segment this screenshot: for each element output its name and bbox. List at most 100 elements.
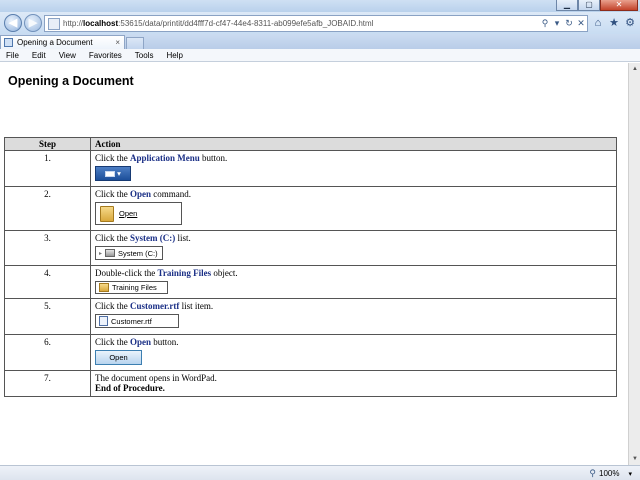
zoom-control[interactable]: ⚲ 100% ▾ (589, 468, 632, 479)
window-titlebar: ▁ ▢ ✕ (0, 0, 640, 12)
dropdown-icon[interactable]: ▾ (551, 18, 563, 29)
forward-arrow-icon: ▶ (28, 17, 38, 29)
address-bar[interactable]: http://localhost:53615/data/printit/dd4f… (44, 15, 588, 32)
tab-opening-a-document[interactable]: Opening a Document × (0, 35, 125, 49)
column-header-step: Step (4, 137, 91, 151)
application-menu-screenshot: ▾ (95, 166, 131, 181)
expand-arrow-icon: ▸ (99, 250, 103, 257)
status-bar: ⚲ 100% ▾ (0, 465, 640, 480)
tab-close-icon[interactable]: × (115, 38, 120, 47)
customer-rtf-screenshot: Customer.rtf (95, 314, 179, 328)
table-row: 5. Click the Customer.rtf list item. Cus… (4, 298, 617, 335)
forward-button[interactable]: ▶ (24, 14, 42, 32)
training-files-screenshot: Training Files (95, 281, 168, 294)
action-cell: Click the Open command. Open (90, 186, 617, 231)
back-button[interactable]: ◀ (4, 14, 22, 32)
end-of-procedure: End of Procedure. (95, 383, 165, 393)
action-prefix: Click the (95, 233, 130, 243)
action-cell: Click the Customer.rtf list item. Custom… (90, 298, 617, 335)
document-icon (99, 316, 108, 326)
url-prefix: http:// (63, 19, 84, 28)
navigation-bar: ◀ ▶ http://localhost:53615/data/printit/… (0, 12, 640, 34)
application-menu-icon (105, 170, 116, 177)
open-folder-icon (100, 205, 114, 222)
scroll-up-icon[interactable]: ▲ (630, 64, 640, 74)
screenshot-label: System (C:) (118, 248, 158, 258)
ui-element-name: Customer.rtf (130, 301, 180, 311)
table-row: 7. The document opens in WordPad. End of… (4, 370, 617, 397)
browser-command-icons: ⌂ ★ ⚙ (592, 15, 636, 31)
vertical-scrollbar[interactable]: ▲ ▼ (628, 63, 640, 465)
menu-edit[interactable]: Edit (32, 51, 46, 60)
action-suffix: list item. (179, 301, 214, 311)
action-cell: The document opens in WordPad. End of Pr… (90, 370, 617, 397)
page-content: Opening a Document Step Action 1. Click … (0, 63, 628, 465)
page-favicon-icon (4, 38, 13, 47)
table-row: 3. Click the System (C:) list. ▸ System (… (4, 230, 617, 266)
action-prefix: Double-click the (95, 268, 158, 278)
page-icon (48, 17, 60, 30)
zoom-level: 100% (599, 469, 620, 478)
dropdown-arrow-icon: ▾ (117, 169, 121, 178)
step-number: 6. (4, 334, 91, 371)
step-number: 4. (4, 265, 91, 299)
new-tab-button[interactable] (126, 37, 144, 49)
table-row: 1. Click the Application Menu button. ▾ (4, 150, 617, 187)
step-number: 2. (4, 186, 91, 231)
action-text: Click the Application Menu button. (95, 153, 612, 163)
stop-icon[interactable]: ✕ (575, 18, 587, 29)
menu-tools[interactable]: Tools (135, 51, 154, 60)
step-number: 3. (4, 230, 91, 266)
action-suffix: command. (151, 189, 192, 199)
table-row: 2. Click the Open command. Open (4, 186, 617, 231)
action-prefix: Click the (95, 337, 130, 347)
refresh-icon[interactable]: ↻ (563, 18, 575, 29)
column-header-action: Action (90, 137, 617, 151)
action-text: Click the Open button. (95, 337, 612, 347)
action-suffix: list. (175, 233, 191, 243)
maximize-button[interactable]: ▢ (578, 0, 600, 11)
zoom-icon: ⚲ (589, 468, 597, 478)
screenshot-label: Open (109, 353, 128, 362)
action-text: The document opens in WordPad. (95, 373, 217, 383)
window-controls: ▁ ▢ ✕ (556, 0, 638, 12)
action-cell: Click the System (C:) list. ▸ System (C:) (90, 230, 617, 266)
open-button-screenshot: Open (95, 350, 142, 365)
action-text: Double-click the Training Files object. (95, 268, 612, 278)
close-window-button[interactable]: ✕ (600, 0, 638, 11)
system-drive-screenshot: ▸ System (C:) (95, 246, 163, 260)
action-text: Click the System (C:) list. (95, 233, 612, 243)
menu-view[interactable]: View (59, 51, 76, 60)
menu-help[interactable]: Help (166, 51, 182, 60)
screenshot-label: Open (119, 209, 138, 218)
minimize-button[interactable]: ▁ (556, 0, 578, 11)
search-icon[interactable]: ⚲ (539, 18, 551, 29)
table-header-row: Step Action (4, 137, 617, 151)
gear-icon[interactable]: ⚙ (624, 15, 636, 31)
action-cell: Click the Application Menu button. ▾ (90, 150, 617, 187)
screenshot-label: Customer.rtf (111, 316, 152, 326)
tab-label: Opening a Document (17, 38, 93, 47)
step-number: 7. (4, 370, 91, 397)
back-arrow-icon: ◀ (8, 17, 18, 29)
drive-icon (105, 249, 116, 257)
url-input[interactable]: http://localhost:53615/data/printit/dd4f… (63, 19, 539, 28)
action-prefix: Click the (95, 301, 130, 311)
folder-icon (99, 283, 109, 292)
url-path: :53615/data/printit/dd4fff7d-cf47-44e4-8… (118, 19, 374, 28)
table-row: 4. Double-click the Training Files objec… (4, 265, 617, 299)
ui-element-name: Open (130, 337, 152, 347)
action-cell: Double-click the Training Files object. … (90, 265, 617, 299)
home-icon[interactable]: ⌂ (592, 15, 604, 31)
ui-element-name: Application Menu (130, 153, 200, 163)
menu-favorites[interactable]: Favorites (89, 51, 122, 60)
zoom-dropdown-icon[interactable]: ▾ (628, 470, 632, 478)
ui-element-name: System (C:) (130, 233, 176, 243)
menu-file[interactable]: File (6, 51, 19, 60)
page-title: Opening a Document (8, 74, 134, 88)
action-suffix: object. (211, 268, 238, 278)
step-number: 5. (4, 298, 91, 335)
scroll-down-icon[interactable]: ▼ (630, 454, 640, 464)
star-icon[interactable]: ★ (608, 15, 620, 31)
menu-bar: File Edit View Favorites Tools Help (0, 49, 640, 62)
